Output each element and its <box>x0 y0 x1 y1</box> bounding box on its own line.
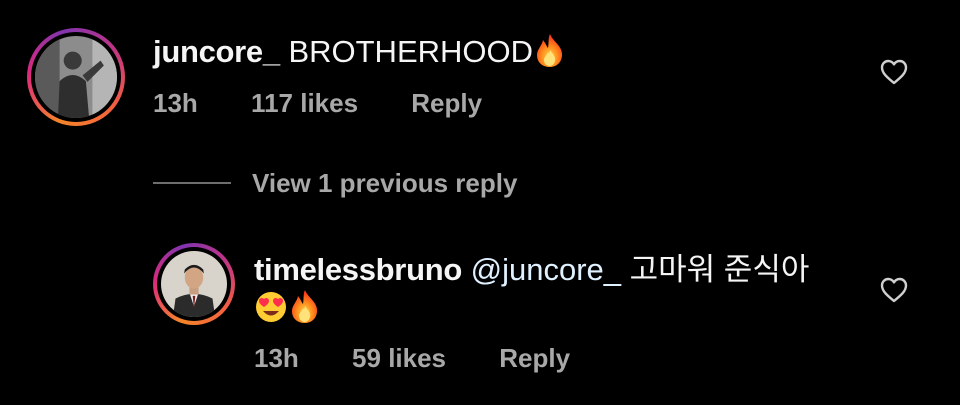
comment-text: 고마워 준식아 <box>629 252 810 287</box>
divider-line <box>153 182 231 184</box>
mention-link[interactable]: @juncore_ <box>471 252 621 287</box>
fire-icon <box>288 288 322 334</box>
avatar-photo <box>35 36 117 118</box>
fire-icon <box>533 32 567 78</box>
username[interactable]: juncore_ <box>153 34 280 69</box>
heart-eyes-icon <box>254 290 288 334</box>
view-previous-replies[interactable]: View 1 previous reply <box>153 166 517 200</box>
username[interactable]: timelessbruno <box>254 252 462 287</box>
timestamp: 13h <box>254 343 299 373</box>
comment-emoji-line <box>254 288 322 334</box>
heart-outline-icon[interactable] <box>880 277 908 303</box>
heart-outline-icon[interactable] <box>880 59 908 85</box>
comment-meta: 13h 117 likes Reply <box>153 87 482 119</box>
avatar[interactable] <box>27 28 125 126</box>
avatar-photo <box>161 251 227 317</box>
comment-meta: 13h 59 likes Reply <box>254 342 570 374</box>
likes-count[interactable]: 59 likes <box>352 342 446 374</box>
avatar[interactable] <box>153 243 235 325</box>
view-previous-label[interactable]: View 1 previous reply <box>252 168 517 199</box>
comment-line: timelessbruno @juncore_ 고마워 준식아 <box>254 250 809 290</box>
reply-button[interactable]: Reply <box>499 342 570 374</box>
comment-line: juncore_ BROTHERHOOD <box>153 32 567 78</box>
reply-button[interactable]: Reply <box>411 87 482 119</box>
likes-count[interactable]: 117 likes <box>251 87 358 119</box>
comment-text: BROTHERHOOD <box>288 34 534 69</box>
timestamp: 13h <box>153 88 198 118</box>
